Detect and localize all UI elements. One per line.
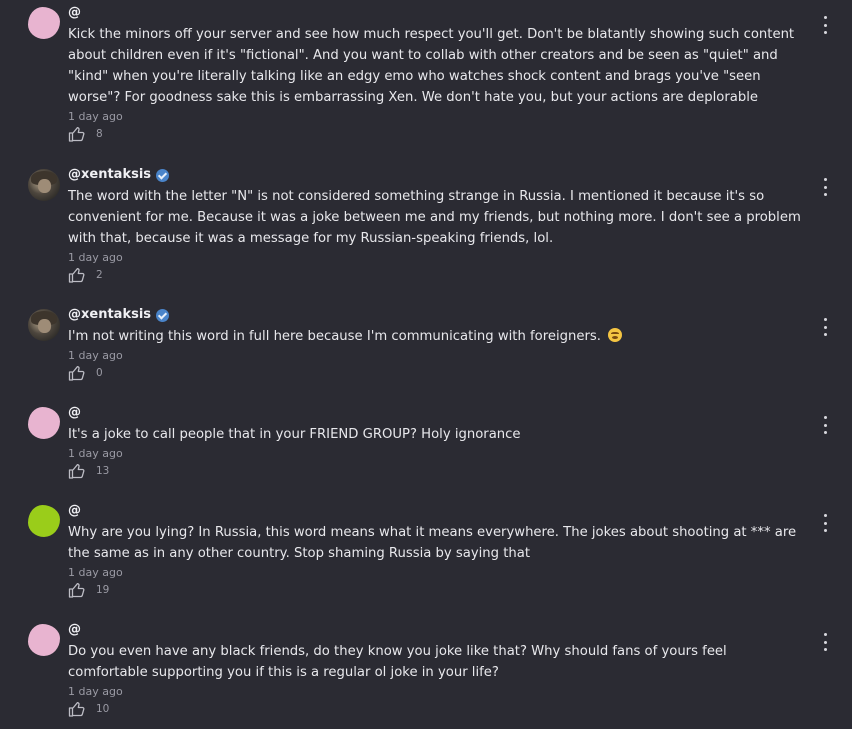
author-handle[interactable]: @: [68, 404, 81, 422]
comment-body: @ Do you even have any black friends, do…: [68, 621, 808, 717]
comment-text: Kick the minors off your server and see …: [68, 27, 795, 105]
like-row: 2: [68, 267, 808, 283]
comment-timestamp[interactable]: 1 day ago: [68, 348, 808, 363]
comment-author[interactable]: @: [68, 4, 808, 22]
thumbs-up-icon[interactable]: [68, 365, 86, 381]
comment-text: Do you even have any black friends, do t…: [68, 644, 727, 680]
comment-author[interactable]: @: [68, 404, 808, 422]
thumbs-up-icon[interactable]: [68, 582, 86, 598]
author-handle[interactable]: @: [68, 502, 81, 520]
like-count: 10: [96, 703, 110, 715]
like-row: 19: [68, 582, 808, 598]
comment-body: @ Why are you lying? In Russia, this wor…: [68, 502, 808, 598]
more-vert-icon[interactable]: [820, 416, 830, 434]
comment-author[interactable]: @: [68, 502, 808, 520]
author-handle[interactable]: @: [68, 4, 81, 22]
comment-body: @ Kick the minors off your server and se…: [68, 4, 808, 142]
thumbs-up-icon[interactable]: [68, 126, 86, 142]
comment-timestamp[interactable]: 1 day ago: [68, 446, 808, 461]
more-vert-icon[interactable]: [820, 16, 830, 34]
comment-text: Why are you lying? In Russia, this word …: [68, 525, 797, 561]
comment-author[interactable]: @: [68, 621, 808, 639]
verified-badge-icon: [156, 308, 170, 322]
comment-timestamp[interactable]: 1 day ago: [68, 109, 808, 124]
like-count: 0: [96, 367, 103, 379]
comment-timestamp[interactable]: 1 day ago: [68, 684, 808, 699]
more-vert-icon[interactable]: [820, 514, 830, 532]
like-row: 10: [68, 701, 808, 717]
comment-body: @ It's a joke to call people that in you…: [68, 404, 808, 479]
comment-body: @xentaksis The word with the letter "N" …: [68, 166, 808, 283]
verified-badge-icon: [156, 168, 170, 182]
avatar[interactable]: [28, 624, 60, 656]
author-handle[interactable]: @xentaksis: [68, 166, 151, 184]
thumbs-up-icon[interactable]: [68, 701, 86, 717]
like-row: 8: [68, 126, 808, 142]
avatar[interactable]: [28, 7, 60, 39]
avatar[interactable]: [28, 309, 60, 341]
like-count: 2: [96, 269, 103, 281]
comment-timestamp[interactable]: 1 day ago: [68, 565, 808, 580]
more-vert-icon[interactable]: [820, 633, 830, 651]
more-vert-icon[interactable]: [820, 318, 830, 336]
dizzy-face-emoji: [608, 328, 623, 342]
comment-author[interactable]: @xentaksis: [68, 166, 808, 184]
thumbs-up-icon[interactable]: [68, 463, 86, 479]
thumbs-up-icon[interactable]: [68, 267, 86, 283]
like-row: 13: [68, 463, 808, 479]
like-count: 8: [96, 128, 103, 140]
comment-text-content: I'm not writing this word in full here b…: [68, 329, 601, 344]
author-handle[interactable]: @: [68, 621, 81, 639]
like-count: 13: [96, 465, 110, 477]
comment-author[interactable]: @xentaksis: [68, 306, 808, 324]
like-count: 19: [96, 584, 110, 596]
comment-body: @xentaksis I'm not writing this word in …: [68, 306, 808, 381]
author-handle[interactable]: @xentaksis: [68, 306, 151, 324]
comment-text: It's a joke to call people that in your …: [68, 427, 521, 442]
avatar[interactable]: [28, 505, 60, 537]
comment-text: I'm not writing this word in full here b…: [68, 326, 808, 347]
comment-timestamp[interactable]: 1 day ago: [68, 250, 808, 265]
avatar[interactable]: [28, 407, 60, 439]
comment-text: The word with the letter "N" is not cons…: [68, 189, 801, 246]
avatar[interactable]: [28, 169, 60, 201]
like-row: 0: [68, 365, 808, 381]
more-vert-icon[interactable]: [820, 178, 830, 196]
